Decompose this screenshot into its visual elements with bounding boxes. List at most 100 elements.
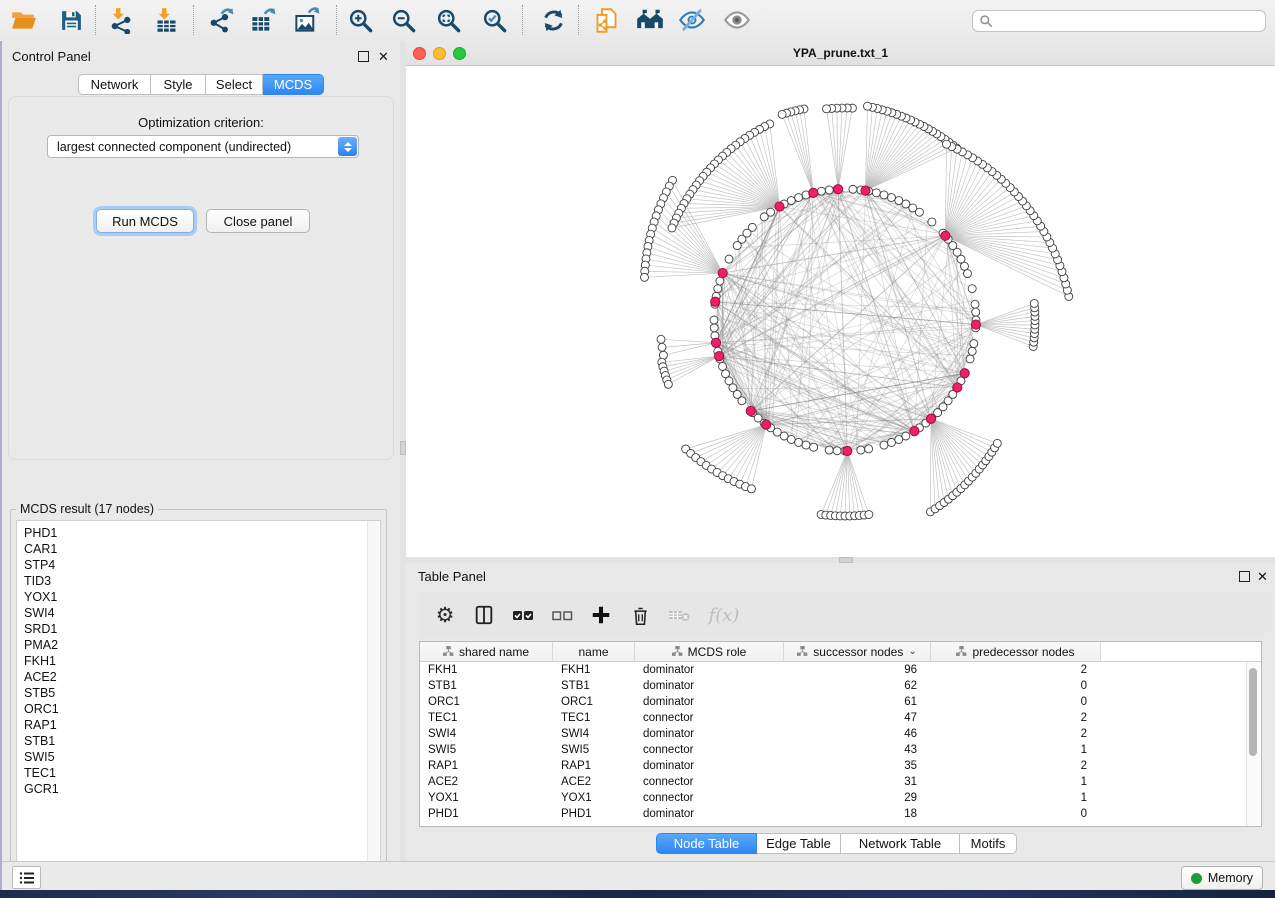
save-session-button[interactable]: [53, 3, 89, 37]
list-item[interactable]: FKH1: [17, 653, 380, 669]
clone-network-button[interactable]: [588, 3, 624, 37]
scrollbar-thumb[interactable]: [1249, 668, 1257, 756]
close-panel-icon[interactable]: ✕: [378, 51, 389, 62]
deselect-all-button[interactable]: [546, 599, 578, 631]
import-network-button[interactable]: [102, 3, 138, 37]
table-row[interactable]: TEC1TEC1connector472: [420, 710, 1261, 726]
list-scrollbar[interactable]: [367, 521, 379, 871]
task-history-button[interactable]: [12, 866, 41, 889]
zoom-in-button[interactable]: [342, 3, 378, 37]
list-item[interactable]: RAP1: [17, 717, 380, 733]
table-row[interactable]: STB1STB1dominator620: [420, 678, 1261, 694]
table-row[interactable]: SWI4SWI4dominator462: [420, 726, 1261, 742]
refresh-view-button[interactable]: [535, 3, 571, 37]
import-table-button[interactable]: [148, 3, 184, 37]
table-row[interactable]: YOX1YOX1connector291: [420, 790, 1261, 806]
table-row[interactable]: SWI5SWI5connector431: [420, 742, 1261, 758]
table-cell: YOX1: [553, 792, 635, 804]
table-cell: dominator: [635, 808, 784, 820]
memory-status-icon: [1191, 873, 1202, 884]
network-canvas[interactable]: [406, 66, 1275, 557]
zoom-selected-button[interactable]: [476, 3, 512, 37]
hide-selected-button[interactable]: [674, 3, 710, 37]
column-header-predecessor-nodes[interactable]: predecessor nodes: [931, 642, 1101, 661]
settings-gear-button[interactable]: ⚙: [429, 599, 461, 631]
list-item[interactable]: SRD1: [17, 621, 380, 637]
show-all-button[interactable]: [719, 3, 755, 37]
list-item[interactable]: PHD1: [17, 525, 380, 541]
tab-edge-table[interactable]: Edge Table: [757, 833, 841, 854]
tab-mcds[interactable]: MCDS: [263, 74, 324, 95]
table-cell: connector: [635, 712, 784, 724]
list-item[interactable]: CAR1: [17, 541, 380, 557]
list-item[interactable]: TID3: [17, 573, 380, 589]
column-header-mcds-role[interactable]: MCDS role: [635, 642, 784, 661]
memory-button[interactable]: Memory: [1181, 866, 1263, 890]
table-cell: SWI4: [553, 728, 635, 740]
float-panel-icon[interactable]: [358, 51, 369, 62]
select-all-button[interactable]: [507, 599, 539, 631]
table-cell: connector: [635, 792, 784, 804]
list-item[interactable]: STP4: [17, 557, 380, 573]
table-cell: 2: [931, 712, 1101, 724]
shared-column-icon: [956, 646, 967, 657]
column-header-name[interactable]: name: [553, 642, 635, 661]
run-mcds-button[interactable]: Run MCDS: [96, 209, 194, 233]
search-input[interactable]: [998, 13, 1259, 29]
table-row[interactable]: FKH1FKH1dominator962: [420, 662, 1261, 678]
table-cell: 1: [931, 744, 1101, 756]
shared-column-icon: [797, 646, 808, 657]
table-cell: 2: [931, 728, 1101, 740]
tab-style[interactable]: Style: [151, 74, 206, 95]
zoom-fit-button[interactable]: [430, 3, 466, 37]
table-cell: 18: [784, 808, 931, 820]
show-columns-button[interactable]: [468, 599, 500, 631]
list-item[interactable]: STB5: [17, 685, 380, 701]
tab-motifs[interactable]: Motifs: [960, 833, 1017, 854]
float-panel-icon[interactable]: [1239, 571, 1250, 582]
hide-eye-icon: [678, 6, 706, 34]
table-cell: RAP1: [420, 760, 553, 772]
tab-select[interactable]: Select: [206, 74, 263, 95]
column-header-shared-name[interactable]: shared name: [420, 642, 553, 661]
list-item[interactable]: STB1: [17, 733, 380, 749]
table-scrollbar[interactable]: [1246, 662, 1260, 826]
function-builder-button: f(x): [702, 599, 746, 631]
add-column-button[interactable]: [585, 599, 617, 631]
control-panel: Control Panel ✕ Network Style Select MCD…: [2, 41, 400, 861]
tab-network[interactable]: Network: [78, 74, 151, 95]
network-graph: [406, 66, 1275, 557]
list-item[interactable]: SWI4: [17, 605, 380, 621]
list-item[interactable]: GCR1: [17, 781, 380, 797]
table-cell: RAP1: [553, 760, 635, 772]
list-item[interactable]: ACE2: [17, 669, 380, 685]
table-row[interactable]: ORC1ORC1dominator610: [420, 694, 1261, 710]
export-table-button[interactable]: [244, 3, 280, 37]
table-cell: SWI4: [420, 728, 553, 740]
delete-column-button[interactable]: [624, 599, 656, 631]
network-titlebar[interactable]: YPA_prune.txt_1: [406, 41, 1275, 66]
export-network-icon: [207, 7, 234, 34]
shared-column-icon: [672, 646, 683, 657]
close-panel-button[interactable]: Close panel: [206, 209, 310, 233]
export-image-button[interactable]: [288, 3, 324, 37]
table-row[interactable]: ACE2ACE2connector311: [420, 774, 1261, 790]
list-item[interactable]: PMA2: [17, 637, 380, 653]
export-network-button[interactable]: [202, 3, 238, 37]
delete-row-button: [663, 599, 695, 631]
search-field[interactable]: [972, 10, 1266, 32]
tab-node-table[interactable]: Node Table: [656, 833, 757, 854]
list-item[interactable]: SWI5: [17, 749, 380, 765]
list-item[interactable]: ORC1: [17, 701, 380, 717]
list-item[interactable]: TEC1: [17, 765, 380, 781]
table-row[interactable]: PHD1PHD1dominator180: [420, 806, 1261, 822]
criterion-dropdown[interactable]: largest connected component (undirected): [47, 135, 359, 158]
tab-network-table[interactable]: Network Table: [841, 833, 960, 854]
zoom-out-button[interactable]: [385, 3, 421, 37]
list-item[interactable]: YOX1: [17, 589, 380, 605]
column-header-successor-nodes[interactable]: successor nodes ⌄: [784, 642, 931, 661]
first-neighbors-button[interactable]: [632, 3, 668, 37]
close-panel-icon[interactable]: ✕: [1257, 571, 1268, 582]
table-row[interactable]: RAP1RAP1dominator352: [420, 758, 1261, 774]
open-file-button[interactable]: [5, 3, 41, 37]
